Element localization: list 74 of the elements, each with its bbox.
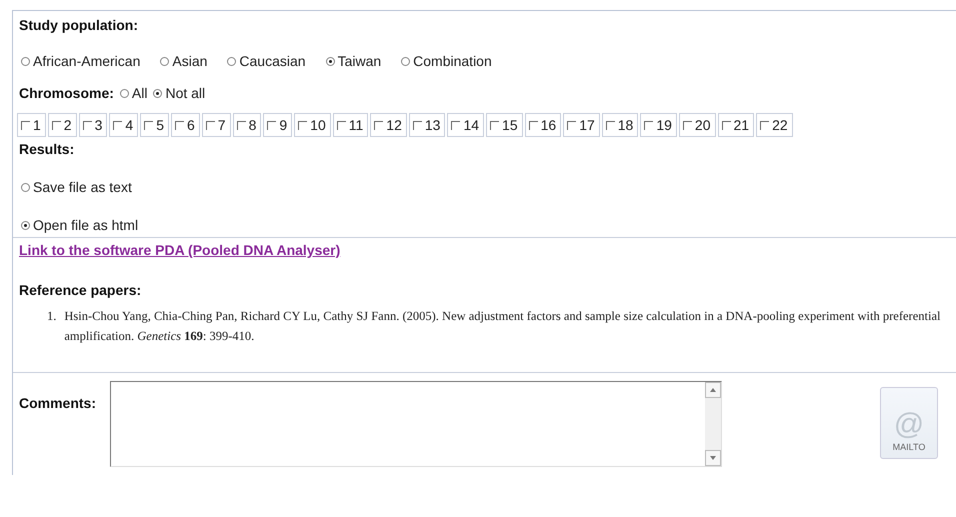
radio-option[interactable]: Combination [401, 53, 492, 69]
chromosome-checkbox[interactable]: 4 [109, 113, 138, 137]
chromosome-checkbox[interactable]: 19 [640, 113, 677, 137]
radio-button[interactable] [21, 182, 30, 192]
chromosome-checkbox[interactable]: 18 [602, 113, 638, 137]
radio-button[interactable] [326, 56, 335, 66]
chromosome-checkbox[interactable]: 14 [447, 113, 484, 137]
checkbox[interactable] [722, 120, 730, 130]
list-number: 1. [47, 308, 56, 325]
chromosome-checkbox[interactable]: 21 [718, 113, 754, 137]
chromosome-checkbox[interactable]: 16 [524, 113, 562, 137]
section-heading: Study population: [19, 17, 138, 33]
chromosome-checkbox[interactable]: 15 [486, 113, 523, 137]
checkbox[interactable] [374, 120, 384, 130]
radio-button[interactable] [160, 56, 170, 66]
checkbox[interactable] [236, 120, 246, 130]
section-heading: Reference papers: [19, 282, 142, 298]
radio-option[interactable]: Caucasian [227, 53, 306, 69]
chromosome-checkbox[interactable]: 6 [170, 113, 200, 137]
chromosome-checkbox[interactable]: 11 [332, 113, 368, 137]
mailto-icon[interactable]: @ MAILTO [880, 387, 938, 459]
checkbox[interactable] [52, 120, 61, 130]
checkbox[interactable] [206, 120, 215, 130]
radio-button[interactable] [227, 56, 236, 66]
chromosome-checkbox[interactable]: 17 [563, 113, 600, 137]
chromosome-checkbox[interactable]: 20 [678, 113, 716, 137]
chromosome-checkbox[interactable]: 1 [17, 113, 46, 137]
checkbox[interactable] [528, 120, 538, 130]
checkbox[interactable] [567, 120, 576, 130]
scroll-up-icon[interactable] [705, 382, 722, 398]
chromosome-checkbox[interactable]: 3 [78, 113, 108, 137]
checkbox[interactable] [760, 120, 770, 130]
checkbox[interactable] [336, 120, 346, 130]
radio-button[interactable] [21, 220, 30, 230]
software-link[interactable]: Link to the software PDA (Pooled DNA Analyser) [19, 242, 340, 258]
chromosome-checkbox[interactable]: 12 [370, 113, 407, 137]
chromosome-checkbox[interactable]: 2 [48, 113, 77, 137]
checkbox[interactable] [21, 120, 30, 130]
chromosome-checkbox[interactable]: 22 [756, 113, 793, 137]
radio-button[interactable] [120, 88, 129, 98]
section-heading: Chromosome: [19, 85, 114, 101]
checkbox[interactable] [267, 120, 276, 130]
chromosome-checkbox[interactable]: 10 [294, 113, 331, 137]
chromosome-checkbox[interactable]: 8 [232, 113, 262, 137]
checkbox[interactable] [298, 120, 308, 130]
section-heading: Results: [19, 141, 74, 157]
checkbox[interactable] [490, 120, 500, 130]
chromosome-checkbox[interactable]: 13 [408, 113, 446, 137]
reference-text: Hsin-Chou Yang, Chia-Ching Pan, Richard CY Lu, Cathy SJ Fann. (2005). New adjustment factors and sample size calculation in a DNA-pooling experiment with preferential amplification. Genetics 169: 399-410. [64, 308, 942, 345]
radio-button[interactable] [153, 88, 162, 98]
checkbox[interactable] [682, 120, 692, 130]
radio-option[interactable]: All [120, 85, 148, 101]
checkbox[interactable] [451, 120, 460, 130]
radio-option[interactable]: Open file as html [21, 217, 138, 233]
radio-option[interactable]: African-American [21, 53, 140, 69]
checkbox[interactable] [82, 120, 92, 130]
radio-option[interactable]: Asian [160, 53, 208, 69]
checkbox[interactable] [644, 120, 654, 130]
chromosome-checkbox[interactable]: 5 [140, 113, 169, 137]
checkbox[interactable] [412, 120, 422, 130]
checkbox[interactable] [144, 120, 154, 130]
radio-option[interactable]: Taiwan [326, 53, 382, 69]
radio-option[interactable]: Not all [153, 85, 206, 101]
radio-option[interactable]: Save file as text [21, 179, 132, 195]
comments-field[interactable] [110, 381, 722, 467]
chromosome-checkbox[interactable]: 7 [202, 113, 231, 137]
checkbox[interactable] [606, 120, 615, 130]
radio-button[interactable] [21, 56, 30, 66]
comments-label: Comments: [19, 395, 96, 411]
chromosome-checkbox[interactable]: 9 [263, 113, 292, 137]
scroll-down-icon[interactable] [705, 450, 722, 466]
radio-button[interactable] [401, 56, 410, 66]
checkbox[interactable] [174, 120, 184, 130]
checkbox[interactable] [113, 120, 122, 130]
